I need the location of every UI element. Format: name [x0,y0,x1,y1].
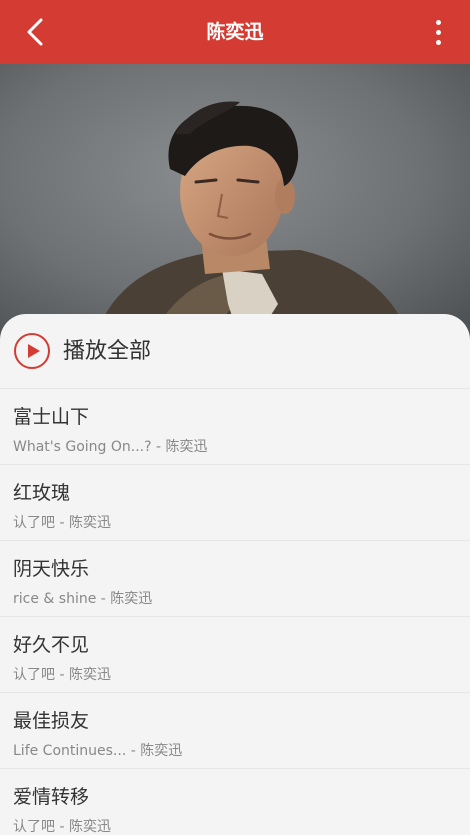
song-subtitle: Life Continues... - 陈奕迅 [13,740,182,760]
song-item[interactable]: 好久不见认了吧 - 陈奕迅 [0,617,470,693]
subtitle-separator: - [96,591,111,607]
song-subtitle: 认了吧 - 陈奕迅 [13,816,111,835]
subtitle-separator: - [55,667,69,683]
subtitle-separator: - [126,743,141,759]
song-album: rice & shine [13,591,97,607]
song-album: Life Continues... [13,743,127,759]
song-title: 最佳损友 [13,710,90,732]
song-subtitle: 认了吧 - 陈奕迅 [13,512,111,532]
chevron-left-icon [27,18,43,46]
top-bar: 陈奕迅 [0,0,470,64]
song-item[interactable]: 爱情转移认了吧 - 陈奕迅 [0,769,470,835]
song-album: 认了吧 [13,515,55,531]
artist-photo-graphic [0,64,470,340]
page-title: 陈奕迅 [206,21,264,43]
artist-photo [0,64,470,340]
song-artist: 陈奕迅 [165,439,208,455]
song-item[interactable]: 最佳损友 Life Continues... - 陈奕迅 [0,693,470,769]
play-all-label: 播放全部 [63,339,152,364]
song-item[interactable]: 红玫瑰认了吧 - 陈奕迅 [0,465,470,541]
back-button[interactable] [18,14,54,50]
song-album: 认了吧 [13,819,55,835]
song-title: 红玫瑰 [13,482,71,504]
play-all-button[interactable]: 播放全部 [0,314,470,389]
subtitle-separator: - [151,439,166,455]
song-artist: 陈奕迅 [68,515,111,531]
more-vertical-icon [435,19,441,25]
song-title: 富士山下 [13,406,90,428]
song-subtitle: rice & shine - 陈奕迅 [13,588,152,608]
song-subtitle: 认了吧 - 陈奕迅 [13,664,111,684]
app-screen: 陈奕迅 播放全部 富士山下 What's Going On...? - 陈奕迅 … [0,0,470,835]
song-list: 富士山下 What's Going On...? - 陈奕迅 红玫瑰 认了吧 - 陈奕… [0,389,470,835]
song-artist: 陈奕迅 [140,743,183,759]
song-title: 阴天快乐 [13,558,90,580]
song-album: 认了吧 [13,667,55,683]
subtitle-separator: - [55,819,69,835]
subtitle-separator: - [55,515,69,531]
song-title: 好久不见 [13,634,90,656]
song-list-panel: 播放全部 富士山下 What's Going On...? - 陈奕迅 红玫瑰 认了吧… [0,314,470,835]
song-title: 爱情转移 [13,786,90,808]
song-item[interactable]: 富士山下 What's Going On...? - 陈奕迅 [0,389,470,465]
song-artist: 陈奕迅 [110,591,153,607]
song-artist: 陈奕迅 [68,819,111,835]
song-item[interactable]: 阴天快乐 rice & shine - 陈奕迅 [0,541,470,617]
play-circle-icon [14,333,50,369]
song-artist: 陈奕迅 [68,667,111,683]
song-album: What's Going On...? [13,439,152,455]
song-subtitle: What's Going On...? - 陈奕迅 [13,436,208,456]
more-button[interactable] [428,14,448,50]
